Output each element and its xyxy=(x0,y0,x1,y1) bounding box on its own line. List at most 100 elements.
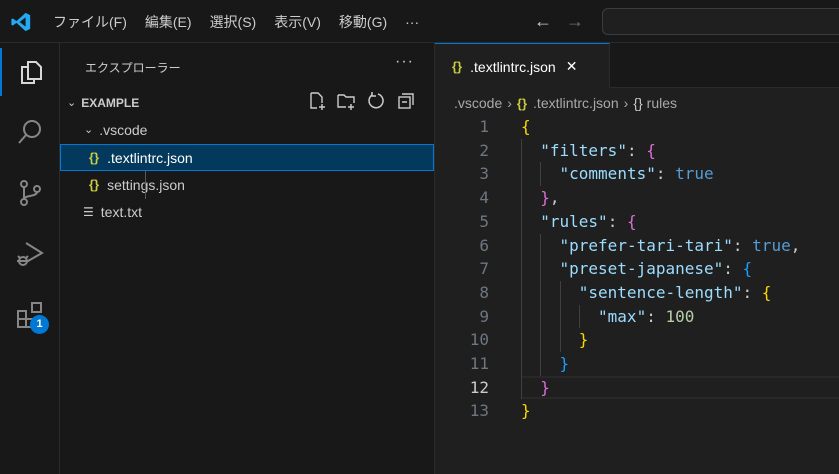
code-token: "rules" xyxy=(540,211,608,231)
code-line: "sentence-length": { xyxy=(579,281,772,305)
code-token: } xyxy=(521,401,531,421)
object-symbol-icon: {} xyxy=(633,95,643,111)
indent-guide xyxy=(559,280,561,352)
json-file-icon: {} xyxy=(452,59,463,74)
tree-item-textlintrc[interactable]: {} .textlintrc.json xyxy=(60,144,434,171)
indent-guide xyxy=(540,233,542,376)
refresh-icon[interactable] xyxy=(366,91,386,111)
new-file-icon[interactable] xyxy=(307,91,327,111)
breadcrumb-item[interactable]: .textlintrc.json xyxy=(533,95,619,111)
code-token: : xyxy=(626,140,647,160)
code-token: { xyxy=(646,140,656,160)
json-file-icon: {} xyxy=(516,95,528,111)
line-number: 12 xyxy=(469,377,489,397)
line-number: 3 xyxy=(479,164,489,184)
search-icon[interactable] xyxy=(0,108,60,156)
close-icon[interactable]: ✕ xyxy=(566,58,578,75)
code-line: } xyxy=(521,399,531,423)
code-token: "filters" xyxy=(540,140,627,160)
code-token: : xyxy=(732,235,753,255)
code-line: "rules": { xyxy=(540,210,636,234)
code-token: "prefer-tari-tari" xyxy=(559,235,733,255)
breadcrumb-separator: › xyxy=(507,95,512,111)
menu-file[interactable]: ファイル(F) xyxy=(53,12,127,32)
current-line-highlight xyxy=(521,375,839,400)
code-token: , xyxy=(549,188,560,208)
menu-bar: ファイル(F) 編集(E) 選択(S) 表示(V) 移動(G) ··· xyxy=(53,0,437,43)
code-token: } xyxy=(578,330,589,350)
breadcrumb-separator: › xyxy=(623,95,629,111)
chevron-down-icon: ⌄ xyxy=(67,97,77,109)
collapse-all-icon[interactable] xyxy=(396,91,416,111)
code-line: }, xyxy=(540,186,559,210)
back-arrow-icon[interactable]: ← xyxy=(534,11,552,32)
json-file-icon: {} xyxy=(89,150,100,165)
tree-item-settings[interactable]: {} settings.json xyxy=(60,171,434,198)
indent-guide xyxy=(578,304,580,329)
json-file-icon: {} xyxy=(89,177,100,192)
code-token: { xyxy=(521,117,531,136)
line-number: 4 xyxy=(479,188,489,208)
menu-edit[interactable]: 編集(E) xyxy=(145,12,192,32)
breadcrumb-item[interactable]: rules xyxy=(647,95,677,111)
new-folder-icon[interactable] xyxy=(336,91,356,111)
indent-guide xyxy=(540,162,542,187)
breadcrumb-item[interactable]: .vscode xyxy=(454,95,502,111)
code-token: } xyxy=(559,354,570,373)
text-file-icon: ☰ xyxy=(83,204,94,219)
line-number: 2 xyxy=(479,140,489,160)
code-token: "sentence-length" xyxy=(578,282,743,302)
code-line: "preset-japanese": { xyxy=(560,257,753,281)
menu-selection[interactable]: 選択(S) xyxy=(210,12,257,32)
code-token: : xyxy=(723,259,743,279)
code-token: { xyxy=(626,211,637,231)
chevron-down-icon: ⌄ xyxy=(84,124,94,136)
code-token: , xyxy=(790,235,801,255)
code-token: : xyxy=(655,164,676,184)
workspace-name: EXAMPLE xyxy=(81,95,140,110)
explorer-more-button[interactable]: ··· xyxy=(395,53,414,71)
menu-go[interactable]: 移動(G) xyxy=(339,12,387,32)
line-number: 10 xyxy=(469,330,489,350)
line-number: 9 xyxy=(479,306,489,326)
line-number: 1 xyxy=(479,117,489,136)
activity-bar: 1 xyxy=(0,43,60,474)
code-token: } xyxy=(540,377,550,397)
code-token: true xyxy=(675,164,714,184)
code-token: : xyxy=(742,282,762,302)
code-token: : xyxy=(646,306,666,326)
forward-arrow-icon[interactable]: → xyxy=(566,11,584,32)
extensions-badge: 1 xyxy=(30,315,49,334)
tree-item-label: settings.json xyxy=(107,176,185,193)
code-token: "max" xyxy=(598,306,647,326)
line-number: 13 xyxy=(469,401,489,421)
indent-guide xyxy=(521,138,522,400)
vscode-logo-icon xyxy=(11,12,31,32)
tab-bar: {} .textlintrc.json ✕ xyxy=(435,43,839,89)
explorer-icon[interactable] xyxy=(0,48,60,96)
explorer-title: エクスプローラー xyxy=(85,61,181,75)
explorer-sidebar: エクスプローラー ··· ⌄ EXAMPLE ⌄ .vscode {} .tex… xyxy=(60,43,435,474)
code-line: } xyxy=(560,352,570,376)
tree-item-vscode-folder[interactable]: ⌄ .vscode xyxy=(60,116,434,143)
menu-view[interactable]: 表示(V) xyxy=(274,12,321,32)
code-line: "max": 100 xyxy=(598,305,694,329)
tab-textlintrc[interactable]: {} .textlintrc.json ✕ xyxy=(435,43,610,89)
code-token: 100 xyxy=(665,306,695,326)
run-debug-icon[interactable] xyxy=(0,230,60,278)
editor-area: {} .textlintrc.json ✕ .vscode › {} .text… xyxy=(435,43,839,474)
line-number: 8 xyxy=(479,282,489,302)
command-center-search[interactable] xyxy=(602,8,839,35)
tree-item-text-txt[interactable]: ☰ text.txt xyxy=(60,198,434,225)
code-token: true xyxy=(752,235,791,255)
menu-more[interactable]: ··· xyxy=(405,14,419,30)
tree-item-label: .vscode xyxy=(99,121,148,138)
line-number: 5 xyxy=(479,211,489,231)
source-control-icon[interactable] xyxy=(0,169,60,217)
code-line: "filters": { xyxy=(540,139,656,163)
code-token: } xyxy=(540,188,550,208)
extensions-icon[interactable] xyxy=(0,291,60,339)
code-line: { xyxy=(521,115,531,139)
tree-item-label: text.txt xyxy=(100,203,142,220)
code-line: "comments": true xyxy=(560,162,714,186)
